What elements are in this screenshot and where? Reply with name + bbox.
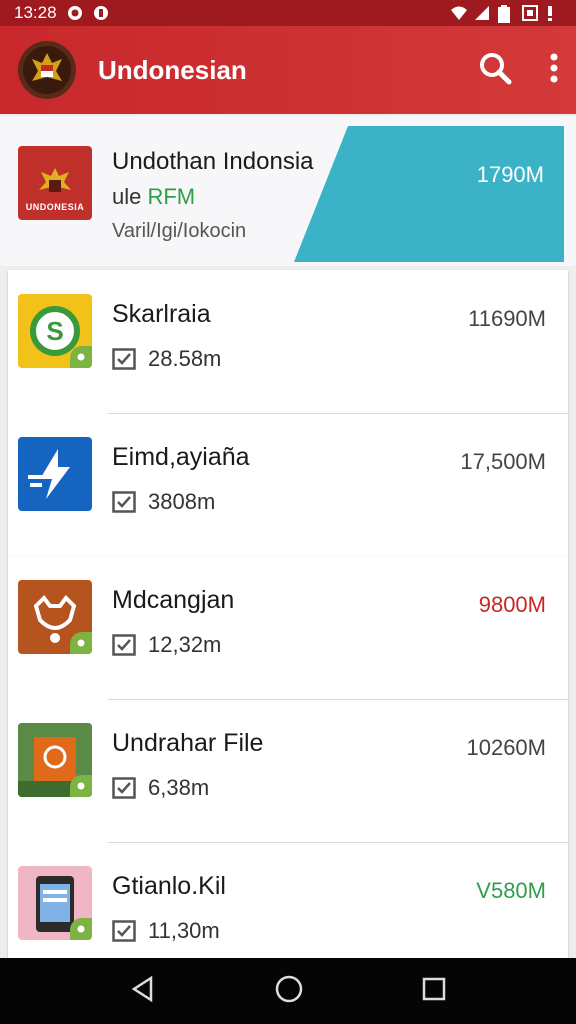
app-icon-undrahar-file [18,723,92,797]
app-icon-skarlraia: S [18,294,92,368]
app-icon-gtianlo-kil [18,866,92,940]
item-stat: 28.58m [112,346,221,372]
item-stat-value: 6,38m [148,775,210,800]
item-size: V580M [476,878,546,903]
home-icon[interactable] [274,974,304,1009]
wifi-icon [450,5,467,21]
item-stat: 12,32m [112,632,221,658]
list-item[interactable]: Undrahar File 6,38m 10260M [8,699,568,842]
signal-icon [474,5,490,21]
list-item[interactable]: S Skarlraia 28.58m 11690M [8,270,568,413]
list-card: S Skarlraia 28.58m 11690M Eimd,ayiaña 38… [8,270,568,556]
leaf-badge-icon [70,918,92,940]
list-item[interactable]: Eimd,ayiaña 3808m 17,500M [8,413,568,556]
checkbox-icon [112,348,136,370]
featured-sub-highlight: RFM [147,184,196,209]
list-item[interactable]: Gtianlo.Kil 11,30m V580M [8,842,568,958]
item-size: 11690M [468,306,546,331]
item-name: Undrahar File [112,729,264,757]
app-logo [18,41,76,99]
featured-meta: Varil/Igi/Iokocin [112,220,247,242]
item-name: Mdcangjan [112,586,235,614]
status-time: 13:28 [14,3,57,22]
item-stat-value: 28.58m [148,346,222,371]
back-icon[interactable] [129,975,157,1008]
item-size: 10260M [466,735,546,760]
checkbox-icon [112,920,136,942]
recents-icon[interactable] [421,976,447,1007]
featured-banner[interactable]: UNDONESIA Undothan Indonsia ule RFM Vari… [0,116,576,266]
item-name: Gtianlo.Kil [112,872,226,900]
item-stat-value: 12,32m [148,632,222,657]
alert-icon [546,5,562,21]
item-stat: 11,30m [112,918,220,944]
item-stat-value: 3808m [148,489,216,514]
item-stat-value: 11,30m [148,918,220,943]
featured-thumbnail: UNDONESIA [18,146,92,220]
item-name: Eimd,ayiaña [112,443,250,471]
checkbox-icon [112,634,136,656]
battery-icon [498,5,514,23]
search-icon[interactable] [478,51,512,90]
sim-icon [522,5,538,21]
notification-icon [93,5,109,21]
featured-size: 1790M [476,162,544,187]
featured-sub-prefix: ule [112,184,148,209]
item-stat: 6,38m [112,775,209,801]
app-bar: Undonesian [0,26,576,114]
item-stat: 3808m [112,489,215,515]
nav-bar [0,958,576,1024]
list-card: Mdcangjan 12,32m 9800M Undrahar File 6,3… [8,556,568,958]
checkbox-icon [112,491,136,513]
featured-thumb-label: UNDONESIA [25,202,85,212]
list-item[interactable]: Mdcangjan 12,32m 9800M [8,556,568,699]
item-name: Skarlraia [112,300,211,328]
featured-accent [294,126,564,262]
leaf-badge-icon [70,632,92,654]
item-size: 9800M [478,592,546,617]
status-bar: 13:28 [0,0,576,26]
featured-title: Undothan Indonsia [112,148,314,175]
svg-text:S: S [46,316,63,346]
featured-subtitle: ule RFM [112,184,195,210]
leaf-badge-icon [70,775,92,797]
whatsapp-icon [67,5,83,21]
leaf-badge-icon [70,346,92,368]
checkbox-icon [112,777,136,799]
app-title: Undonesian [98,54,247,85]
app-icon-eimdayiana [18,437,92,511]
item-size: 17,500M [460,449,546,474]
more-vert-icon[interactable] [550,53,558,88]
app-icon-mdcangjan [18,580,92,654]
